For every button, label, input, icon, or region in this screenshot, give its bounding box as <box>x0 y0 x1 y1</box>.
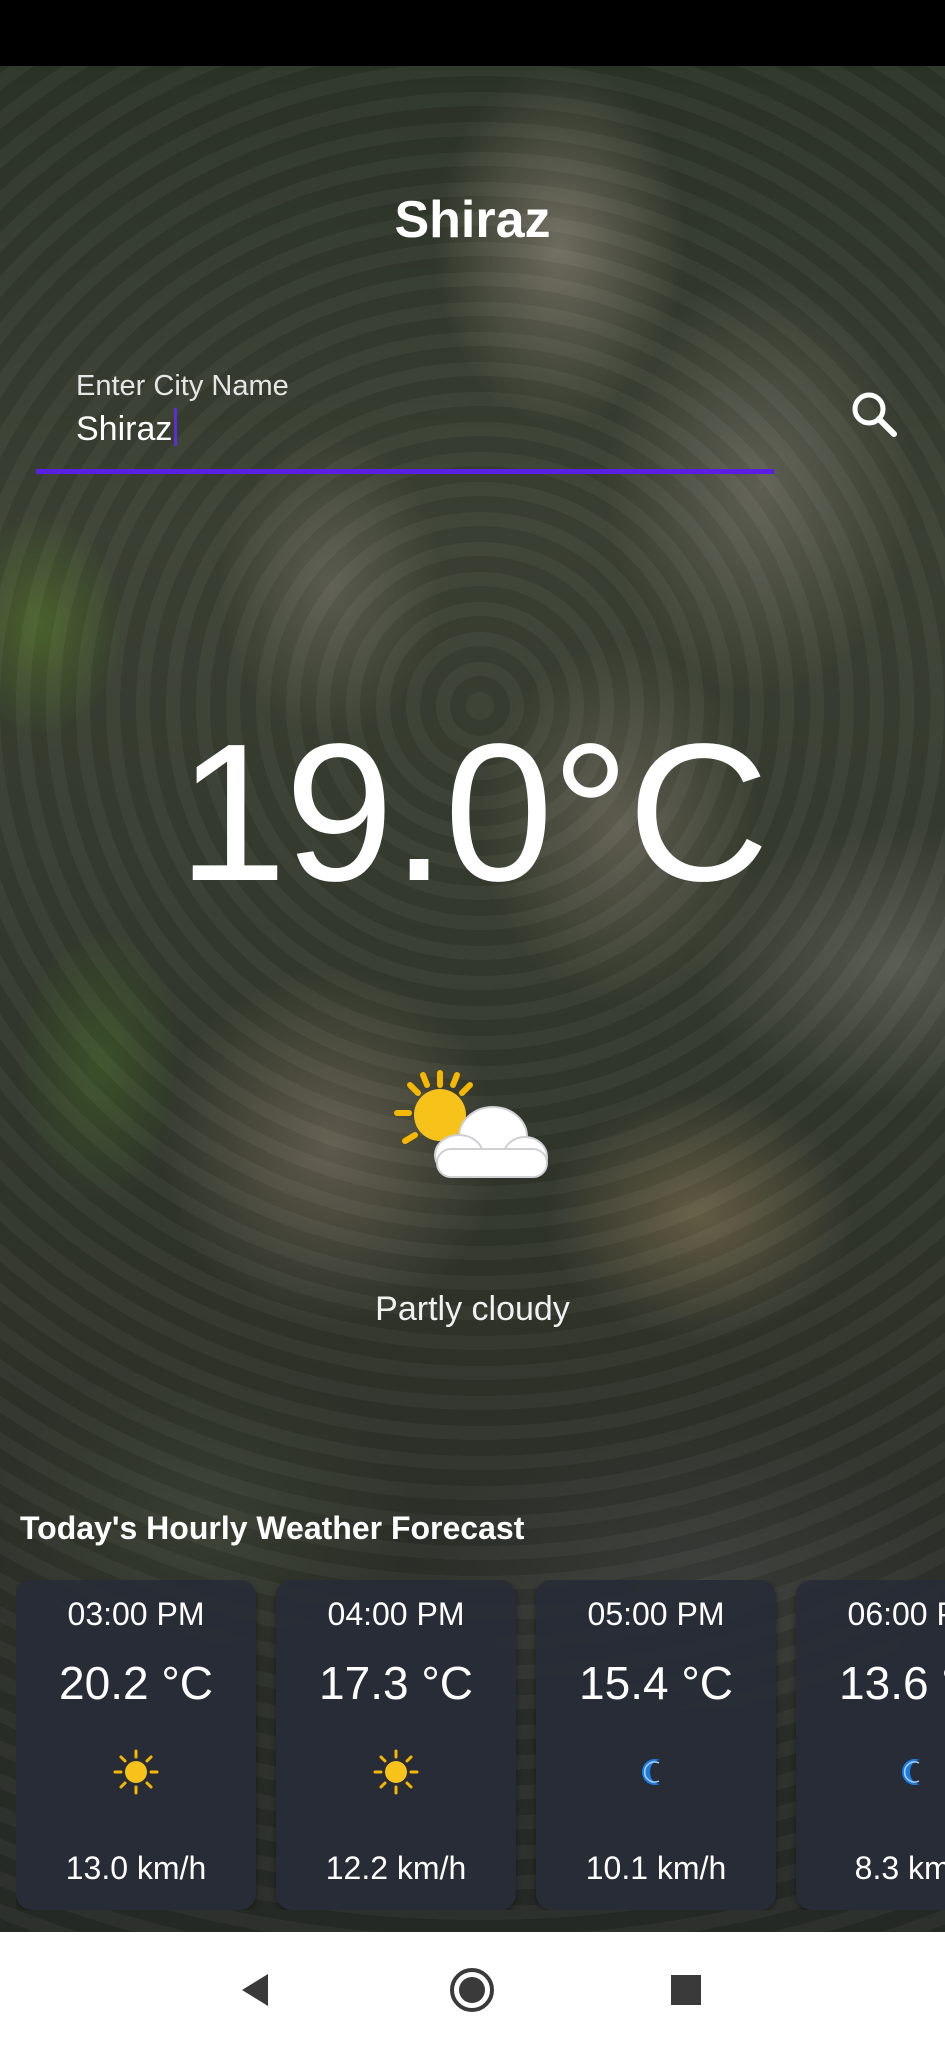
city-name-input[interactable]: Shiraz <box>76 408 178 449</box>
forecast-temp: 20.2 °C <box>59 1657 213 1709</box>
condition-text: Partly cloudy <box>375 1290 570 1328</box>
status-bar <box>0 0 945 66</box>
forecast-card[interactable]: 06:00 PM 13.6 °C 8.3 km/h <box>796 1580 945 1910</box>
search-icon <box>852 392 897 437</box>
hourly-forecast-list[interactable]: 03:00 PM 20.2 °C 13.0 km/h 04:00 PM 17.3… <box>16 1580 945 1910</box>
forecast-temp: 15.4 °C <box>579 1657 733 1709</box>
current-temperature: 19.0°C <box>177 703 769 922</box>
moon-icon <box>642 1759 660 1785</box>
recents-button[interactable] <box>656 1960 716 2020</box>
forecast-temp: 13.6 °C <box>839 1657 945 1709</box>
forecast-temp: 17.3 °C <box>319 1657 473 1709</box>
back-icon <box>242 1974 268 2006</box>
sun-icon <box>373 1749 419 1795</box>
forecast-wind: 10.1 km/h <box>585 1850 727 1886</box>
city-name-value: Shiraz <box>76 410 173 448</box>
navigation-bar <box>0 1932 945 2048</box>
forecast-time: 03:00 PM <box>67 1596 205 1632</box>
back-button[interactable] <box>226 1960 286 2020</box>
moon-icon <box>902 1759 920 1785</box>
city-name-label: Enter City Name <box>76 370 289 402</box>
forecast-time: 04:00 PM <box>327 1596 465 1632</box>
home-icon <box>450 1968 494 2012</box>
forecast-wind: 12.2 km/h <box>325 1850 467 1886</box>
search-button[interactable] <box>840 380 910 450</box>
forecast-card[interactable]: 05:00 PM 15.4 °C 10.1 km/h <box>536 1580 776 1910</box>
forecast-title: Today's Hourly Weather Forecast <box>20 1510 525 1546</box>
text-caret <box>174 408 178 446</box>
forecast-time: 05:00 PM <box>587 1596 725 1632</box>
forecast-card[interactable]: 04:00 PM 17.3 °C 12.2 km/h <box>276 1580 516 1910</box>
forecast-time: 06:00 PM <box>847 1596 945 1632</box>
recents-icon <box>671 1975 701 2005</box>
forecast-wind: 8.3 km/h <box>854 1850 945 1886</box>
forecast-wind: 13.0 km/h <box>65 1850 207 1886</box>
forecast-card[interactable]: 03:00 PM 20.2 °C 13.0 km/h <box>16 1580 256 1910</box>
partly-cloudy-icon <box>385 1065 555 1195</box>
input-underline <box>36 469 774 474</box>
home-button[interactable] <box>442 1960 502 2020</box>
sun-icon <box>113 1749 159 1795</box>
city-title: Shiraz <box>394 191 551 249</box>
city-name-field[interactable]: Enter City Name Shiraz <box>36 360 774 474</box>
